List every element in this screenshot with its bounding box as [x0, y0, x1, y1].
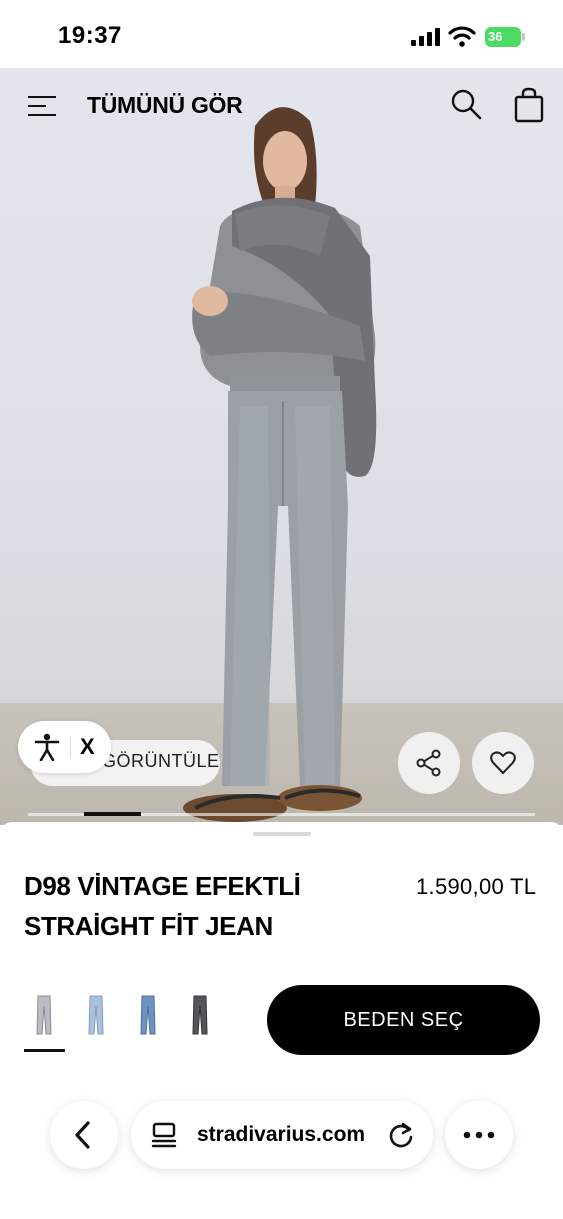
model-figure — [183, 107, 377, 822]
accessibility-close-button[interactable]: X — [80, 734, 95, 760]
status-bar: 19:37 36 — [0, 0, 563, 68]
view-button-label[interactable]: GÖRÜNTÜLE — [102, 751, 220, 772]
image-progress-active — [84, 812, 141, 816]
share-icon — [416, 749, 441, 777]
favorite-button[interactable] — [472, 732, 534, 794]
shopping-bag-icon[interactable] — [513, 87, 545, 123]
swatch-jean-shape — [192, 995, 208, 1035]
battery-icon: 36 — [485, 27, 525, 47]
top-bar: TÜMÜNÜ GÖR — [0, 68, 563, 143]
url-text: stradivarius.com — [197, 1123, 366, 1146]
swatch-jean-shape — [140, 995, 156, 1035]
back-icon — [75, 1121, 90, 1149]
address-bar[interactable]: stradivarius.com — [131, 1101, 433, 1169]
signal-icon — [411, 28, 440, 46]
battery-level: 36 — [485, 27, 521, 47]
sheet-handle[interactable] — [253, 832, 311, 836]
selected-swatch-indicator — [24, 1049, 65, 1052]
see-all-link[interactable]: TÜMÜNÜ GÖR — [87, 92, 243, 119]
share-button[interactable] — [398, 732, 460, 794]
accessibility-widget: X — [18, 721, 111, 773]
select-size-button[interactable]: BEDEN SEÇ — [267, 985, 540, 1055]
swatch-jean-shape — [88, 995, 104, 1035]
product-image[interactable]: TÜMÜNÜ GÖR GÖRÜNTÜLE X — [0, 68, 563, 825]
more-icon — [463, 1131, 495, 1139]
browser-more-button[interactable] — [445, 1101, 513, 1169]
product-title: D98 VİNTAGE EFEKTLİ STRAİGHT FİT JEAN — [24, 871, 301, 941]
accessibility-icon[interactable] — [34, 733, 60, 761]
color-swatch-dark-grey[interactable] — [180, 992, 220, 1038]
reader-icon[interactable] — [151, 1122, 177, 1148]
menu-icon[interactable] — [28, 93, 58, 119]
color-swatch-light-grey[interactable] — [24, 992, 64, 1038]
search-icon[interactable] — [450, 88, 482, 120]
heart-icon — [490, 751, 516, 774]
color-swatch-mid-blue[interactable] — [128, 992, 168, 1038]
browser-back-button[interactable] — [50, 1101, 118, 1169]
status-time: 19:37 — [58, 22, 122, 49]
swatch-jean-shape — [36, 995, 52, 1035]
color-swatch-light-blue[interactable] — [76, 992, 116, 1038]
product-price: 1.590,00 TL — [416, 874, 537, 899]
wifi-icon — [448, 26, 476, 47]
reload-icon[interactable] — [387, 1121, 415, 1149]
